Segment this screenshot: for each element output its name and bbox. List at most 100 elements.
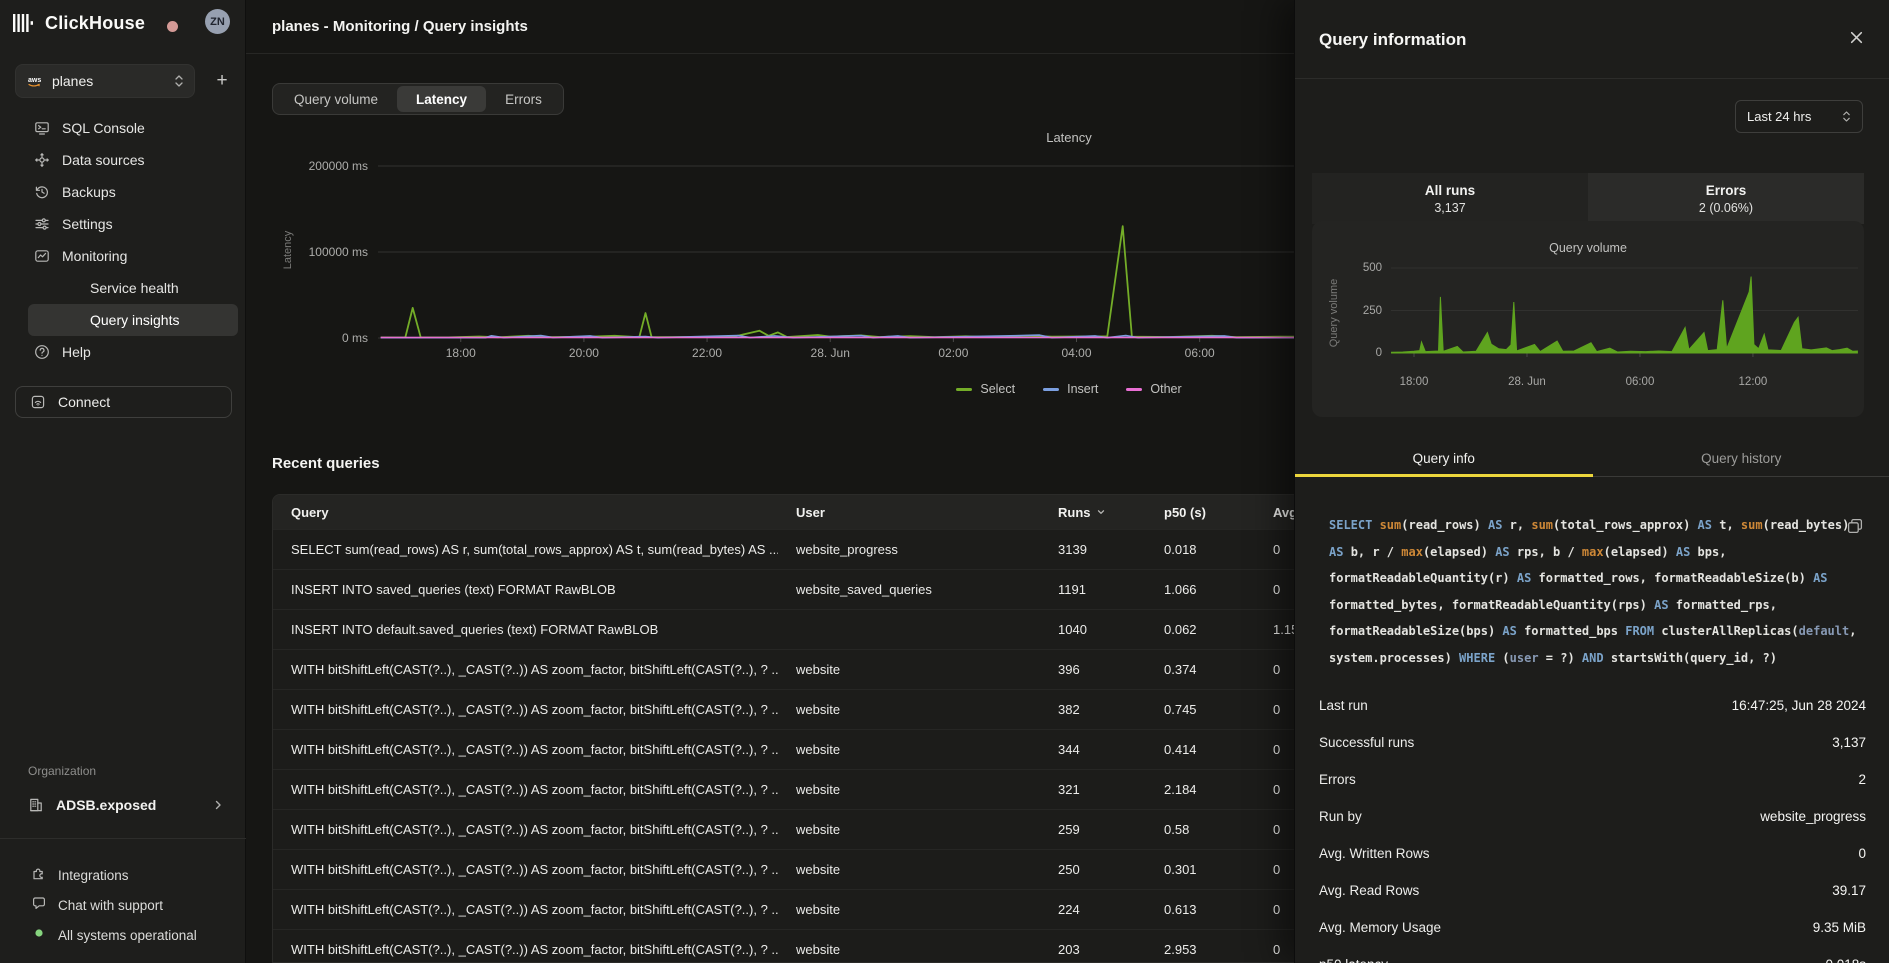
cell-user: website [778,742,1040,757]
stat-row: Avg. Memory Usage 9.35 MiB [1319,909,1866,946]
stat-row: Successful runs 3,137 [1319,724,1866,761]
notification-dot[interactable] [167,21,178,32]
settings-icon [34,216,50,232]
stat-row: Run by website_progress [1319,798,1866,835]
sidebar-nav-item[interactable]: Data sources [28,144,238,176]
query-info-tab[interactable]: Query history [1593,440,1889,476]
stat-value: 0 [1858,846,1866,861]
cell-user: website [778,782,1040,797]
sidebar-nav-item[interactable]: Service health [28,272,238,304]
connect-button[interactable]: Connect [15,386,232,418]
runs-tab[interactable]: All runs 3,137 [1312,173,1588,224]
stat-row: Avg. Read Rows 39.17 [1319,872,1866,909]
cell-runs: 396 [1040,662,1146,677]
monitoring-icon [34,248,50,264]
add-service-button[interactable]: + [205,64,239,98]
legend-item[interactable]: Insert [1043,382,1098,396]
runs-errors-tabs: All runs 3,137 Errors 2 (0.06%) [1312,173,1864,224]
cell-query: WITH bitShiftLeft(CAST(?..), _CAST(?..))… [273,942,778,957]
sidebar-nav: SQL Console Data sources Backups Setting… [0,112,246,368]
organization-heading: Organization [28,764,96,778]
cell-p50: 1.066 [1146,582,1255,597]
runs-tab[interactable]: Errors 2 (0.06%) [1588,173,1864,224]
sidebar-nav-item[interactable]: Monitoring [28,240,238,272]
time-range-select[interactable]: Last 24 hrs [1735,100,1863,133]
sidebar-nav-item[interactable]: Backups [28,176,238,208]
stat-label: Successful runs [1319,735,1414,750]
volume-y-ticks: 0250500 [1342,258,1382,370]
page-title: planes - Monitoring / Query insights [272,0,528,54]
cell-p50: 2.184 [1146,782,1255,797]
cell-runs: 224 [1040,902,1146,917]
recent-queries-heading: Recent queries [272,455,380,472]
chevron-right-icon [212,799,224,811]
legend-item[interactable]: Select [956,382,1015,396]
cell-user: website [778,662,1040,677]
cell-query: WITH bitShiftLeft(CAST(?..), _CAST(?..))… [273,742,778,757]
cell-query: WITH bitShiftLeft(CAST(?..), _CAST(?..))… [273,782,778,797]
cell-query: WITH bitShiftLeft(CAST(?..), _CAST(?..))… [273,822,778,837]
sidebar-footer-item[interactable]: Integrations [0,860,246,890]
metric-tab[interactable]: Errors [486,86,561,112]
close-icon[interactable] [1849,30,1865,46]
column-header-user[interactable]: User [778,505,1040,520]
volume-x-ticks: 18:0028. Jun06:0012:00 [1391,376,1858,390]
cell-p50: 0.301 [1146,862,1255,877]
cell-p50: 0.58 [1146,822,1255,837]
service-selector[interactable]: aws planes [15,64,195,98]
aws-icon: aws [26,73,44,89]
sidebar-footer-item[interactable]: All systems operational [0,920,246,950]
sidebar-nav-item[interactable]: SQL Console [28,112,238,144]
stat-label: Errors [1319,772,1356,787]
query-volume-chart [1391,258,1858,370]
stat-value: 0.018s [1825,957,1866,963]
stat-value: 2 [1858,772,1866,787]
stat-label: Avg. Read Rows [1319,883,1419,898]
cell-query: WITH bitShiftLeft(CAST(?..), _CAST(?..))… [273,702,778,717]
cell-p50: 0.062 [1146,622,1255,637]
metric-tab[interactable]: Latency [397,86,486,112]
column-header-p50[interactable]: p50 (s) [1146,505,1255,520]
legend-swatch [956,388,972,391]
cell-runs: 3139 [1040,542,1146,557]
cell-runs: 259 [1040,822,1146,837]
column-header-runs[interactable]: Runs [1040,505,1146,520]
brand: ClickHouse [13,10,145,36]
sort-down-icon [1096,507,1106,517]
stat-label: Run by [1319,809,1362,824]
cell-user: website [778,862,1040,877]
sql-code-block: SELECT sum(read_rows) AS r, sum(total_ro… [1329,512,1869,671]
copy-icon[interactable] [1847,518,1863,534]
connect-label: Connect [58,394,110,410]
query-info-tabs: Query info Query history [1295,440,1889,477]
query-info-tab[interactable]: Query info [1295,440,1593,476]
avatar[interactable]: ZN [205,9,230,34]
stat-value: website_progress [1760,809,1866,824]
stat-label: Avg. Written Rows [1319,846,1430,861]
sidebar-nav-item[interactable]: Help [28,336,238,368]
sidebar-nav-item[interactable]: Settings [28,208,238,240]
query-information-drawer: Query information Last 24 hrs All runs 3… [1294,0,1889,963]
legend-item[interactable]: Other [1126,382,1181,396]
stat-value: 3,137 [1832,735,1866,750]
chevron-updown-icon [174,73,184,89]
cell-p50: 0.745 [1146,702,1255,717]
organization-switcher[interactable]: ADSB.exposed [28,789,224,821]
latency-y-ticks: 0 ms100000 ms200000 ms [272,150,368,360]
metric-tab[interactable]: Query volume [275,86,397,112]
column-header-query[interactable]: Query [273,505,778,520]
legend-swatch [1043,388,1059,391]
organization-icon [28,797,44,813]
sql-console-icon [34,120,50,136]
stat-row: Avg. Written Rows 0 [1319,835,1866,872]
cell-user: website [778,942,1040,957]
integrations-icon [31,865,47,886]
cell-p50: 0.374 [1146,662,1255,677]
cell-p50: 0.414 [1146,742,1255,757]
chevron-updown-icon [1842,109,1851,124]
stat-row: Errors 2 [1319,761,1866,798]
sidebar-nav-item[interactable]: Query insights [28,304,238,336]
cell-query: WITH bitShiftLeft(CAST(?..), _CAST(?..))… [273,902,778,917]
stat-label: Last run [1319,698,1368,713]
sidebar-footer-item[interactable]: Chat with support [0,890,246,920]
